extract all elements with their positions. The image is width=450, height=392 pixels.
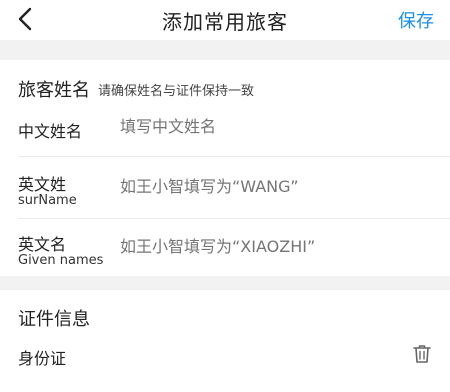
surname-input[interactable] [120,177,430,196]
divider [18,218,450,219]
chinese-name-input[interactable] [120,117,430,136]
navigation-bar: 添加常用旅客 保存 [0,0,450,40]
given-names-label: 英文名 [18,235,67,254]
section-gap [0,276,450,290]
name-section-hint: 请确保姓名与证件保持一致 [98,84,255,99]
id-section-title: 证件信息 [18,309,90,330]
given-names-input[interactable] [120,237,430,256]
save-button[interactable]: 保存 [398,7,434,33]
trash-icon[interactable] [413,344,431,364]
surname-label: 英文姓 [18,175,67,194]
chinese-name-label: 中文姓名 [18,122,83,141]
surname-sublabel: surName [18,193,77,208]
divider [18,156,450,157]
page-title: 添加常用旅客 [162,10,288,34]
name-section-title: 旅客姓名 [18,80,90,101]
section-gap [0,40,450,60]
given-names-sublabel: Given names [18,253,104,268]
id-type-label[interactable]: 身份证 [18,345,66,369]
